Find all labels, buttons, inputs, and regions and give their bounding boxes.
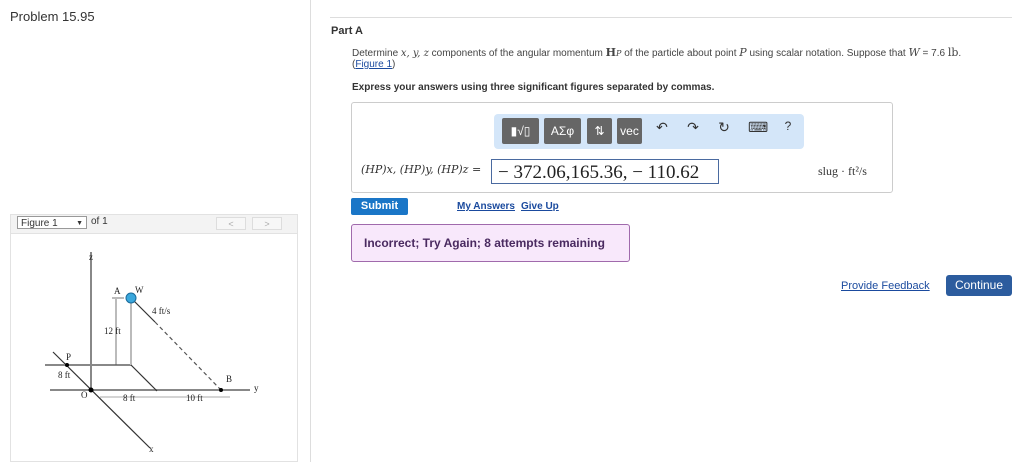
redo-icon[interactable]: ↷ [684,119,702,136]
vec-button[interactable]: vec [617,118,642,144]
height-label: 12 ft [104,326,121,336]
provide-feedback-link[interactable]: Provide Feedback [841,280,930,292]
figure-diagram: z y x O P A W B 4 ft/s 12 ft 8 ft 8 ft 1… [45,252,259,454]
answer-input[interactable]: − 372.06,165.36, − 110.62 [491,159,719,184]
greek-button[interactable]: ΑΣφ [544,118,581,144]
give-up-link[interactable]: Give Up [521,201,559,212]
undo-icon[interactable]: ↶ [653,119,671,136]
figure-link[interactable]: Figure 1 [355,59,392,70]
answer-unit: slug · ft²/s [818,164,867,178]
o-label: O [81,390,88,400]
continue-button[interactable]: Continue [946,275,1012,296]
p-label: P [66,352,71,362]
reset-icon[interactable]: ↻ [715,119,733,136]
w-label: W [135,285,144,295]
z-label: z [89,252,93,262]
feedback-message: Incorrect; Try Again; 8 attempts remaini… [351,224,630,262]
question-text: Determine x, y, z components of the angu… [352,46,962,70]
x-label: x [149,444,154,454]
help-icon[interactable]: ? [779,119,797,133]
p-distance-label: 8 ft [58,370,71,380]
instructions: Express your answers using three signifi… [352,82,715,93]
a-label: A [114,286,121,296]
y-label: y [254,383,259,393]
divider [330,17,1012,18]
distance-8ft-label: 8 ft [123,393,136,403]
answer-label: (HP)x, (HP)y, (HP)z = [361,163,482,176]
speed-label: 4 ft/s [152,306,171,316]
arrows-button[interactable]: ⇅ [587,118,612,144]
b-label: B [226,374,232,384]
my-answers-link[interactable]: My Answers [457,201,515,212]
part-title: Part A [331,25,363,37]
submit-button[interactable]: Submit [351,198,408,215]
distance-10ft-label: 10 ft [186,393,203,403]
templates-button[interactable]: ▮√▯ [502,118,539,144]
keyboard-icon[interactable]: ⌨ [748,119,768,136]
